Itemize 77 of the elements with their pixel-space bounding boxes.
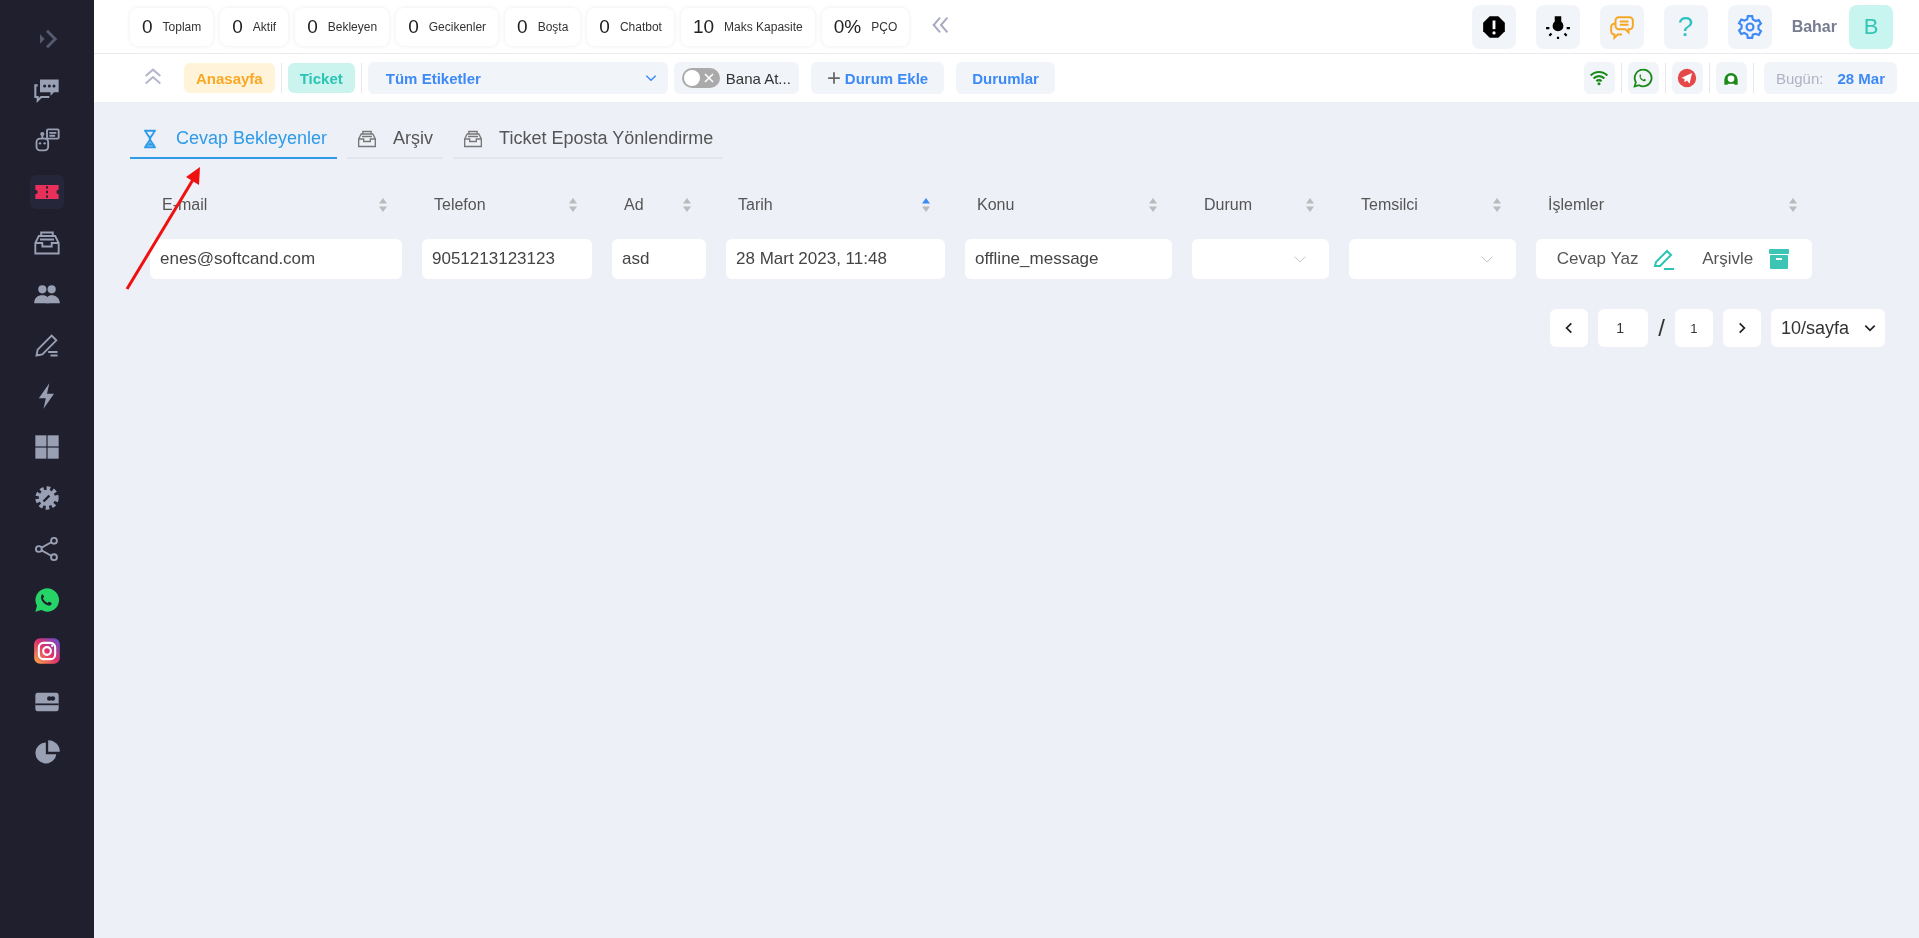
ticket-menu-item[interactable]	[30, 175, 64, 209]
page-separator: /	[1658, 314, 1665, 342]
tab[interactable]: Cevap Bekleyenler	[130, 122, 338, 159]
lightbulb-icon	[1544, 13, 1571, 40]
assign-toggle[interactable]: Bana At...	[673, 62, 799, 94]
tab[interactable]: Ticket Eposta Yönlendirme	[453, 122, 724, 159]
column-header: Durum	[1204, 196, 1252, 214]
speech-bubbles-icon	[1608, 13, 1635, 40]
grid-icon	[33, 433, 61, 461]
whatsapp-icon	[1633, 68, 1654, 88]
table-cell: offline_message	[965, 239, 1172, 279]
pencil-icon	[1652, 247, 1677, 271]
table-cell: 28 Mart 2023, 11:48	[726, 239, 945, 279]
stat-label: Bekleyen	[327, 19, 378, 34]
table-cell: enes@softcand.com	[150, 239, 402, 279]
stat-value: 0	[307, 15, 318, 38]
stat-label: Boşta	[537, 19, 569, 34]
stat-value: 0	[142, 15, 153, 38]
wifi-channel-button[interactable]	[1583, 62, 1615, 94]
tag-filter-dropdown[interactable]: Tüm Etiketler	[367, 62, 668, 94]
select-field[interactable]	[1192, 239, 1329, 279]
select-field[interactable]	[1349, 239, 1516, 279]
alert-octagon-icon	[1480, 13, 1507, 40]
wifi-icon	[1589, 68, 1610, 88]
stat-label: Gecikenler	[428, 19, 487, 34]
table-cell: asd	[612, 239, 706, 279]
page-size-select[interactable]: 10/sayfa	[1770, 309, 1885, 347]
whatsapp-channel-button[interactable]	[1627, 62, 1659, 94]
settings-icon	[1736, 13, 1763, 40]
column-header: Temsilci	[1361, 196, 1418, 214]
help-button[interactable]: ?	[1663, 4, 1708, 49]
stat-label: Maks Kapasite	[724, 19, 803, 34]
table-cell: 9051213123123	[422, 239, 592, 279]
add-status-button[interactable]: Durum Ekle	[810, 62, 945, 94]
tray-icon	[463, 128, 484, 149]
column-header: Tarih	[738, 196, 773, 214]
stat-label: PÇO	[871, 19, 898, 34]
breadcrumb-link[interactable]: Ticket	[287, 63, 355, 93]
instagram-icon	[33, 637, 61, 665]
agent-channel-button[interactable]	[1715, 62, 1747, 94]
stat-value: 0%	[833, 15, 862, 38]
gear-icon	[33, 484, 61, 512]
telegram-channel-button[interactable]	[1671, 62, 1703, 94]
toggle-switch[interactable]	[681, 68, 720, 88]
stat-label: Toplam	[162, 19, 202, 34]
user-avatar[interactable]: B	[1849, 4, 1893, 49]
user-name: Bahar	[1791, 17, 1837, 36]
tray-icon	[33, 229, 61, 257]
tray-icon	[357, 128, 378, 149]
tab[interactable]: Arşiv	[347, 122, 444, 159]
stat-value: 0	[408, 15, 419, 38]
paper-plane-icon	[1677, 68, 1698, 88]
today-date: 28 Mar	[1837, 69, 1885, 87]
alert-button[interactable]	[1471, 4, 1516, 49]
column-header: İşlemler	[1548, 196, 1604, 214]
page-input[interactable]: 1	[1598, 309, 1649, 347]
bulb-button[interactable]	[1535, 4, 1580, 49]
today-label: Bugün:	[1775, 69, 1824, 87]
column-header: Ad	[624, 196, 644, 214]
share-icon	[33, 535, 61, 563]
stat-value: 10	[692, 15, 715, 38]
total-pages: 1	[1674, 309, 1713, 347]
stat-value: 0	[599, 15, 610, 38]
breadcrumb-link[interactable]: Anasayfa	[184, 63, 275, 93]
column-header: Konu	[977, 196, 1015, 214]
column-header: Telefon	[434, 196, 486, 214]
stat-label: Aktif	[252, 19, 277, 34]
stat-label: Chatbot	[619, 19, 662, 34]
reply-button[interactable]: Cevap Yaz	[1550, 246, 1683, 272]
whatsapp-icon	[33, 586, 61, 614]
plus-icon	[826, 71, 841, 85]
settings-button[interactable]	[1727, 4, 1772, 49]
archive-box-icon	[1767, 247, 1792, 271]
stat-value: 0	[517, 15, 528, 38]
statuses-button[interactable]: Durumlar	[956, 62, 1055, 94]
archive-button[interactable]: Arşivle	[1696, 246, 1798, 272]
stat-value: 0	[232, 15, 243, 38]
